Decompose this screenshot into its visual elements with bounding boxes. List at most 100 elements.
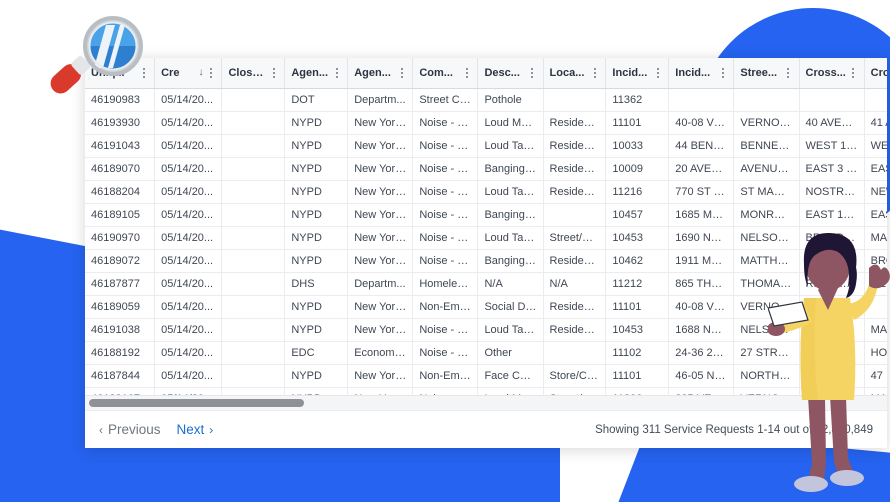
table-cell: 11101: [605, 295, 670, 319]
table-cell: [221, 364, 286, 388]
sort-descending-icon[interactable]: ↓: [198, 67, 204, 78]
column-header-complaint-type[interactable]: Com...: [412, 58, 479, 89]
table-cell: Banging/...: [477, 157, 544, 181]
table-cell: NOSTRA...: [799, 180, 865, 204]
column-header-label: Cros: [870, 66, 887, 79]
table-header: Uniq... Cre ↓: [85, 58, 887, 89]
table-cell: 05/14/20...: [154, 272, 223, 296]
table-cell: NYPD: [284, 249, 349, 273]
table-cell: 20 AVEN...: [668, 157, 735, 181]
table-cell: 11102: [605, 341, 670, 365]
table-cell: 05/14/20...: [154, 318, 223, 342]
table-cell: 05/14/20...: [154, 226, 223, 250]
table-row[interactable]: 46189059 05/14/20... NYPD New York... Non-Em…: [85, 295, 887, 319]
table-cell: [221, 226, 286, 250]
column-header-label: Close...: [228, 66, 268, 79]
table-scroll-viewport[interactable]: Uniq... Cre ↓: [85, 58, 887, 395]
table-row[interactable]: 46187877 05/14/20... DHS Departm... Homeless…: [85, 272, 887, 296]
column-header-incident-zip[interactable]: Incid...: [605, 58, 670, 89]
table-cell: 46189105: [85, 203, 156, 227]
table-cell: 10453: [605, 318, 670, 342]
table-cell: AVENUE D: [733, 157, 800, 181]
column-header-descriptor[interactable]: Desc...: [477, 58, 544, 89]
table-cell: 10453: [605, 226, 670, 250]
table-cell: Loud Talk...: [477, 180, 544, 204]
table-cell: 10009: [605, 157, 670, 181]
table-cell: Residenti...: [543, 157, 607, 181]
column-header-incident-address[interactable]: Incid...: [668, 58, 735, 89]
table-cell: N/A: [477, 272, 544, 296]
table-cell: [221, 88, 286, 112]
table-row[interactable]: 46191038 05/14/20... NYPD New York... Noise …: [85, 318, 887, 342]
table-row[interactable]: 46187844 05/14/20... NYPD New York... Non-Em…: [85, 364, 887, 388]
table-row[interactable]: 46193930 05/14/20... NYPD New York... Noise …: [85, 111, 887, 135]
table-cell: 11212: [605, 272, 670, 296]
table-cell: 05/14/20...: [154, 203, 223, 227]
column-menu-icon[interactable]: [653, 66, 662, 80]
table-cell: Loud Mus...: [477, 387, 544, 395]
table-cell: [543, 341, 607, 365]
table-cell: Residenti...: [543, 295, 607, 319]
column-header-cross-street-1[interactable]: Cross...: [799, 58, 865, 89]
column-header-location-type[interactable]: Loca...: [543, 58, 607, 89]
column-menu-icon[interactable]: [462, 66, 471, 80]
column-header-agency-name[interactable]: Agen...: [347, 58, 414, 89]
table-cell: Homeless...: [412, 272, 479, 296]
previous-page-button[interactable]: ‹ Previous: [99, 422, 161, 437]
table-cell: New York...: [347, 157, 414, 181]
column-header-cross-street-2[interactable]: Cros: [864, 58, 887, 89]
table-cell: 05/14/20...: [154, 180, 223, 204]
next-page-button[interactable]: Next ›: [177, 422, 214, 437]
table-cell: Non-Eme...: [412, 364, 479, 388]
next-page-label: Next: [176, 422, 205, 437]
table-cell: 46191038: [85, 318, 156, 342]
column-header-label: Loca...: [549, 66, 585, 79]
table-row[interactable]: 46190970 05/14/20... NYPD New York... Noise …: [85, 226, 887, 250]
horizontal-scrollbar-track[interactable]: [85, 395, 887, 410]
table-cell: Street/Sid...: [543, 226, 607, 250]
column-menu-icon[interactable]: [397, 66, 406, 80]
table-cell: Noise - St...: [412, 387, 479, 395]
column-header-label: Agen...: [291, 66, 329, 79]
table-cell: 41 AV: [864, 111, 887, 135]
column-menu-icon[interactable]: [528, 66, 537, 80]
table-cell: New York...: [347, 387, 414, 395]
table-cell: N/A: [543, 272, 607, 296]
table-row[interactable]: 46191043 05/14/20... NYPD New York... Noise …: [85, 134, 887, 158]
column-menu-icon[interactable]: [784, 66, 793, 80]
column-menu-icon[interactable]: [849, 66, 858, 80]
table-row[interactable]: 46189070 05/14/20... NYPD New York... Noise …: [85, 157, 887, 181]
column-menu-icon[interactable]: [269, 66, 278, 80]
table-cell: 46191043: [85, 134, 156, 158]
table-cell: 46189072: [85, 249, 156, 273]
table-cell: NYPD: [284, 111, 349, 135]
column-header-agency[interactable]: Agen...: [284, 58, 349, 89]
table-row[interactable]: 46188192 05/14/20... EDC Economic... Noise -…: [85, 341, 887, 365]
column-header-created-date[interactable]: Cre ↓: [154, 58, 223, 89]
table-cell: [221, 272, 286, 296]
table-cell: Loud Talk...: [477, 318, 544, 342]
table-cell: DHS: [284, 272, 349, 296]
column-menu-icon[interactable]: [590, 66, 599, 80]
column-menu-icon[interactable]: [206, 66, 215, 80]
column-menu-icon[interactable]: [332, 66, 341, 80]
horizontal-scrollbar-thumb[interactable]: [89, 399, 304, 407]
table-cell: 05/14/20...: [154, 88, 223, 112]
column-header-label: Incid...: [675, 66, 711, 79]
table-row[interactable]: 46189072 05/14/20... NYPD New York... Noise …: [85, 249, 887, 273]
table-row[interactable]: 46189105 05/14/20... NYPD New York... Noise …: [85, 203, 887, 227]
table-cell: [221, 134, 286, 158]
table-row[interactable]: 4618816705/14/20... NYPDNew York...Noise …: [85, 387, 887, 395]
table-cell: Loud Mus...: [477, 111, 544, 135]
column-header-street-name[interactable]: Stree...: [733, 58, 800, 89]
table-cell: Loud Talk...: [477, 134, 544, 158]
table-cell: 46189070: [85, 157, 156, 181]
column-header-closed-date[interactable]: Close...: [221, 58, 286, 89]
table-row[interactable]: 46188204 05/14/20... NYPD New York... Noise …: [85, 180, 887, 204]
column-menu-icon[interactable]: [718, 66, 727, 80]
column-header-label: Com...: [419, 66, 453, 79]
table-cell: 05/14/20...: [154, 249, 223, 273]
table-row[interactable]: 46190983 05/14/20... DOT Departm... Street C…: [85, 88, 887, 112]
table-cell: Departm...: [347, 88, 414, 112]
table-cell: EAST 173 ...: [799, 203, 865, 227]
